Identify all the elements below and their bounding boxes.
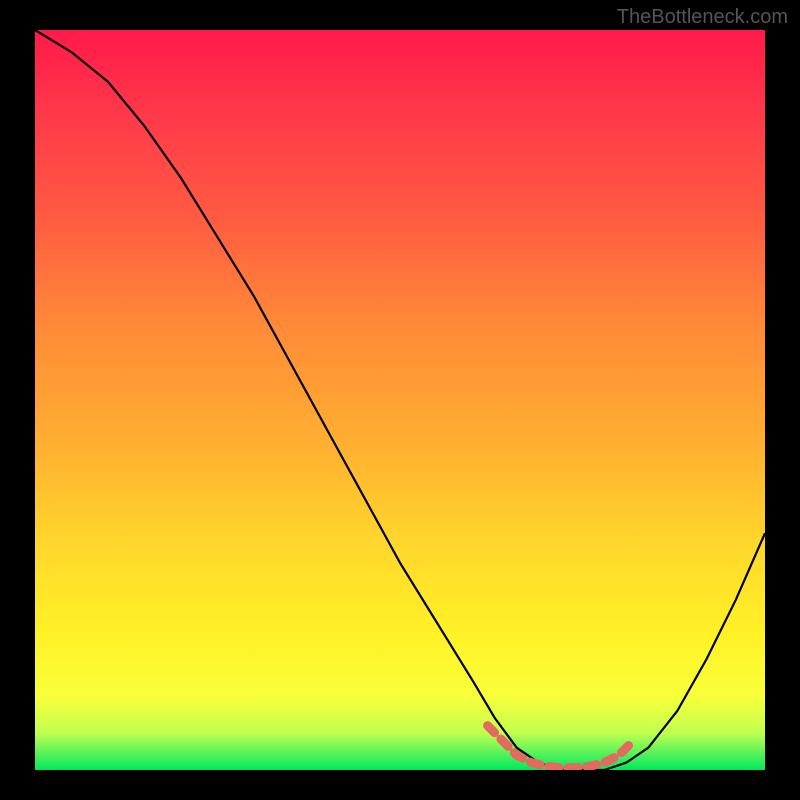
highlight-segment-path [488,726,634,768]
bottleneck-curve-path [35,30,765,770]
chart-plot-area [35,30,765,770]
chart-svg [35,30,765,770]
watermark-text: TheBottleneck.com [617,6,788,29]
